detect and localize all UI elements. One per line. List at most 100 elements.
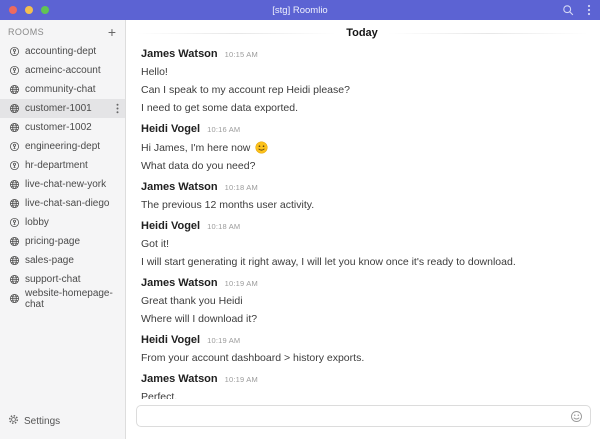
emoji-picker-icon[interactable] (570, 410, 583, 423)
message-text: The previous 12 months user activity. (141, 199, 584, 211)
message-text: Got it! (141, 238, 584, 250)
message-input-box[interactable] (136, 405, 591, 427)
message-text-content: I will start generating it right away, I… (141, 256, 516, 268)
sidebar-item-hr-department[interactable]: hr-department (0, 156, 125, 175)
message-text-content: Where will I download it? (141, 313, 257, 325)
settings-button[interactable]: Settings (0, 405, 125, 439)
globe-icon (9, 179, 20, 190)
message-header: James Watson 10:19 AM (141, 277, 584, 289)
room-label: sales-page (25, 255, 74, 266)
message-author: Heidi Vogel (141, 334, 200, 346)
minimize-window-button[interactable] (25, 6, 33, 14)
sidebar-item-customer-1002[interactable]: customer-1002 (0, 118, 125, 137)
message-text-content: From your account dashboard > history ex… (141, 352, 364, 364)
message-timestamp: 10:19 AM (225, 279, 258, 288)
message-author: James Watson (141, 48, 218, 60)
message-text-content: I need to get some data exported. (141, 102, 298, 114)
lock-room-icon (9, 217, 20, 228)
sidebar-item-sales-page[interactable]: sales-page (0, 251, 125, 270)
room-options-icon[interactable] (116, 103, 119, 114)
message-list: James Watson 10:15 AM Hello! Can I speak to… (126, 39, 600, 399)
message-timestamp: 10:19 AM (225, 375, 258, 384)
message-timestamp: 10:16 AM (207, 125, 240, 134)
room-label: pricing-page (25, 236, 80, 247)
room-label: customer-1002 (25, 122, 92, 133)
room-label: hr-department (25, 160, 88, 171)
message-author: James Watson (141, 181, 218, 193)
message-author: James Watson (141, 373, 218, 385)
globe-icon (9, 293, 20, 304)
window-title: [stg] Roomlio (0, 5, 600, 16)
room-label: community-chat (25, 84, 96, 95)
message-text: Perfect. (141, 391, 584, 399)
sidebar-item-customer-1001[interactable]: customer-1001 (0, 99, 125, 118)
message-author: James Watson (141, 277, 218, 289)
message-text-content: Hello! (141, 66, 168, 78)
message-text: Where will I download it? (141, 313, 584, 325)
sidebar-item-pricing-page[interactable]: pricing-page (0, 232, 125, 251)
sidebar-item-live-chat-san-diego[interactable]: live-chat-san-diego (0, 194, 125, 213)
close-window-button[interactable] (9, 6, 17, 14)
add-room-button[interactable]: + (108, 27, 116, 37)
window-controls (0, 6, 49, 14)
globe-icon (9, 255, 20, 266)
message-header: James Watson 10:18 AM (141, 181, 584, 193)
message-timestamp: 10:15 AM (225, 50, 258, 59)
room-label: engineering-dept (25, 141, 100, 152)
message-author: Heidi Vogel (141, 220, 200, 232)
message-timestamp: 10:18 AM (207, 222, 240, 231)
search-icon[interactable] (562, 4, 574, 16)
message-group: James Watson 10:15 AM Hello! Can I speak to… (141, 48, 584, 114)
sidebar-item-live-chat-new-york[interactable]: live-chat-new-york (0, 175, 125, 194)
message-header: Heidi Vogel 10:16 AM (141, 123, 584, 135)
message-timestamp: 10:18 AM (225, 183, 258, 192)
message-header: Heidi Vogel10:19 AM (141, 334, 584, 346)
sidebar-item-acmeinc-account[interactable]: acmeinc-account (0, 61, 125, 80)
message-text-content: Can I speak to my account rep Heidi plea… (141, 84, 350, 96)
divider-line (388, 33, 588, 34)
globe-icon (9, 84, 20, 95)
sidebar-item-engineering-dept[interactable]: engineering-dept (0, 137, 125, 156)
room-label: customer-1001 (25, 103, 92, 114)
sidebar-item-accounting-dept[interactable]: accounting-dept (0, 42, 125, 61)
globe-icon (9, 198, 20, 209)
globe-icon (9, 236, 20, 247)
kebab-menu-icon[interactable] (587, 4, 591, 16)
message-text: I will start generating it right away, I… (141, 256, 584, 268)
titlebar: [stg] Roomlio (0, 0, 600, 20)
message-group: James Watson 10:19 AM Great thank you Heid… (141, 277, 584, 325)
globe-icon (9, 103, 20, 114)
sidebar-item-website-homepage-chat[interactable]: website-homepage-chat (0, 289, 125, 308)
message-header: James Watson 10:19 AM (141, 373, 584, 385)
message-text-content: Great thank you Heidi (141, 295, 243, 307)
settings-label: Settings (24, 416, 60, 427)
sidebar-item-lobby[interactable]: lobby (0, 213, 125, 232)
message-text: From your account dashboard > history ex… (141, 352, 584, 364)
message-text-content: The previous 12 months user activity. (141, 199, 314, 211)
slightly-smiling-face-emoji (255, 141, 268, 154)
lock-room-icon (9, 160, 20, 171)
message-group: Heidi Vogel10:16 AMHi James, I'm here no… (141, 123, 584, 172)
message-author: Heidi Vogel (141, 123, 200, 135)
message-text-content: Got it! (141, 238, 169, 250)
message-input[interactable] (144, 407, 570, 425)
room-label: support-chat (25, 274, 81, 285)
room-label: live-chat-new-york (25, 179, 106, 190)
message-group: Heidi Vogel10:19 AM From your account das… (141, 334, 584, 364)
sidebar-item-community-chat[interactable]: community-chat (0, 80, 125, 99)
message-group: Heidi Vogel 10:18 AM Got it! I will start g… (141, 220, 584, 268)
rooms-section-label: ROOMS (8, 27, 44, 37)
room-label: accounting-dept (25, 46, 96, 57)
room-label: live-chat-san-diego (25, 198, 110, 209)
message-group: James Watson 10:19 AM Perfect. (141, 373, 584, 399)
sidebar-header: ROOMS + (0, 20, 125, 42)
message-text-content: Perfect. (141, 391, 177, 399)
zoom-window-button[interactable] (41, 6, 49, 14)
room-label: lobby (25, 217, 49, 228)
message-input-bar (126, 399, 600, 439)
sidebar-item-support-chat[interactable]: support-chat (0, 270, 125, 289)
date-divider-label: Today (346, 27, 378, 39)
room-label: website-homepage-chat (25, 288, 119, 310)
message-group: James Watson 10:18 AM The previous 12 mont… (141, 181, 584, 211)
message-text: Hello! (141, 66, 584, 78)
